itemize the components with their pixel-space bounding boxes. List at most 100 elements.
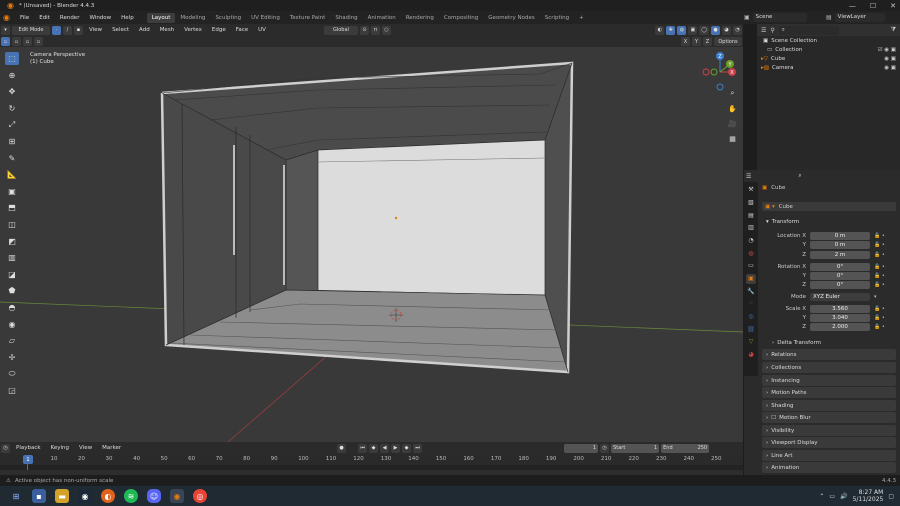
preview-range-icon[interactable]: ◷ [600,443,610,453]
rotation-mode-dropdown[interactable]: XYZ Euler [810,292,870,301]
scale-x-field[interactable]: 3.560 [810,304,870,313]
tab-texture-paint[interactable]: Texture Paint [285,13,331,23]
rotation-z-field[interactable]: 0° [810,280,870,289]
filter-funnel-icon[interactable]: ⧩ [891,26,896,34]
inset-tool-icon[interactable]: ◫ [5,218,19,231]
visibility-icon[interactable]: ◐ [655,25,665,35]
motion-blur-panel[interactable]: › ☐ Motion Blur [762,412,896,423]
timeline-ruler[interactable]: 0102030405060708090100110120130140150160… [0,454,743,465]
outliner-row-cube[interactable]: ▸▽ Cube ◉ ▣ [757,54,900,63]
menu-window[interactable]: Window [84,15,116,21]
timeline-editor-icon[interactable]: ◷ [1,443,10,453]
select-mode-invert-icon[interactable]: ▫ [34,37,43,46]
vp-menu-edge[interactable]: Edge [207,27,231,33]
world-tab-icon[interactable]: ◍ [746,248,756,258]
play-icon[interactable]: ▶ [391,443,401,453]
timeline-menu-keying[interactable]: Keying [46,445,74,451]
animation-panel[interactable]: › Animation [762,462,896,473]
outliner-row-collection[interactable]: ▭ Collection ☑ ◉ ▣ [757,45,900,54]
scene-selector[interactable]: ▣ Scene [744,12,820,22]
tray-network-icon[interactable]: ▭ [829,493,835,500]
shrink-fatten-tool-icon[interactable]: ✢ [5,351,19,364]
tab-animation[interactable]: Animation [363,13,401,23]
select-box-tool-icon[interactable]: ⬚ [5,52,19,65]
floppy-app-icon[interactable]: ▪ [32,489,46,503]
object-tab-icon[interactable]: ▣ [746,273,756,284]
editor-type-icon[interactable]: ▾ [1,25,10,35]
shading-material-icon[interactable]: ◕ [722,25,731,35]
zoom-icon[interactable]: ⌕ [727,88,738,99]
vp-menu-vertex[interactable]: Vertex [179,27,207,33]
tab-layout[interactable]: Layout [146,12,176,23]
start-frame-field[interactable]: Start 1 [611,443,660,453]
clock[interactable]: 8:27 AM 5/11/2025 [853,489,884,503]
navigation-gizmo[interactable]: Z Y X [700,50,740,92]
keyframe-lock-icon[interactable]: 🔓 • [874,242,885,248]
firefox-icon[interactable]: ◐ [101,489,115,503]
scale-z-field[interactable]: 2.000 [810,322,870,331]
chrome-icon[interactable]: ◎ [193,489,207,503]
render-tab-icon[interactable]: ▧ [746,197,756,207]
keyframe-lock-icon[interactable]: 🔓 • [874,306,885,312]
transform-panel-header[interactable]: ▾ Transform [762,216,896,227]
perspective-toggle-icon[interactable]: ▦ [727,133,738,144]
move-tool-icon[interactable]: ✥ [5,85,19,98]
jump-start-icon[interactable]: ⏮ [358,443,368,453]
select-mode-subtract-icon[interactable]: ▫ [23,37,32,46]
object-data-row[interactable]: ▣ ▾ Cube [762,202,896,211]
gizmo-toggle-icon[interactable]: ✥ [666,25,676,35]
file-explorer-icon[interactable]: ▬ [55,489,69,503]
start-windows-icon[interactable]: ⊞ [9,489,23,503]
keyframe-lock-icon[interactable]: 🔓 • [874,282,885,288]
mode-dropdown[interactable]: Edit Mode [12,25,50,35]
physics-tab-icon[interactable]: ◎ [746,312,756,322]
vp-menu-mesh[interactable]: Mesh [155,27,179,33]
keyframe-lock-icon[interactable]: 🔓 • [874,264,885,270]
steam-icon[interactable]: ◉ [78,489,92,503]
mirror-z-toggle[interactable]: Z [703,37,712,46]
scale-tool-icon[interactable]: ⤢ [5,118,19,131]
tray-chevron-icon[interactable]: ⌃ [819,493,824,500]
transform-orientation-dropdown[interactable]: Global [323,25,358,35]
camera-visibility-icons[interactable]: ◉ ▣ [884,65,896,71]
select-mode-extend-icon[interactable]: ▫ [12,37,21,46]
measure-tool-icon[interactable]: 📐 [5,168,19,181]
loop-cut-tool-icon[interactable]: ▥ [5,251,19,264]
tool-tab-icon[interactable]: ⚒ [746,185,756,195]
outliner-row-camera[interactable]: ▸▨ Camera ◉ ▣ [757,63,900,72]
shading-panel[interactable]: › Shading [762,400,896,411]
shading-rendered-icon[interactable]: ◔ [733,25,742,35]
shear-tool-icon[interactable]: ⬭ [5,367,19,380]
tab-sculpting[interactable]: Sculpting [210,13,246,23]
location-z-field[interactable]: 2 m [810,250,870,259]
playhead-marker[interactable]: 1 [23,455,33,464]
view-layer-field[interactable]: ViewLayer [834,12,885,22]
output-tab-icon[interactable]: ▤ [746,210,756,220]
menu-file[interactable]: File [15,15,34,21]
constraints-tab-icon[interactable]: ⛓ [746,324,756,334]
tab-shading[interactable]: Shading [330,13,362,23]
visibility-panel[interactable]: › Visibility [762,425,896,436]
motion-paths-panel[interactable]: › Motion Paths [762,387,896,398]
smooth-tool-icon[interactable]: ◉ [5,318,19,331]
spin-tool-icon[interactable]: ◓ [5,301,19,314]
record-icon[interactable]: ● [337,443,347,453]
menu-edit[interactable]: Edit [34,15,55,21]
mirror-x-toggle[interactable]: X [681,37,690,46]
annotate-tool-icon[interactable]: ✎ [5,152,19,165]
keyframe-lock-icon[interactable]: 🔓 • [874,252,885,258]
transform-tool-icon[interactable]: ⊞ [5,135,19,148]
maximize-button[interactable]: ☐ [870,2,876,10]
outliner-filter-icon[interactable]: ⚲ [770,27,774,34]
mirror-y-toggle[interactable]: Y [692,37,701,46]
vp-menu-select[interactable]: Select [107,27,134,33]
current-frame-field[interactable]: 1 [564,443,599,453]
camera-view-icon[interactable]: 🎥 [727,118,738,129]
edge-slide-tool-icon[interactable]: ▱ [5,334,19,347]
data-tab-icon[interactable]: ▽ [746,337,756,347]
rotation-y-field[interactable]: 0° [810,271,870,280]
tab-rendering[interactable]: Rendering [401,13,439,23]
particles-tab-icon[interactable]: ⁘ [746,299,756,309]
tab-uv-editing[interactable]: UV Editing [246,13,285,23]
collection-visibility-icons[interactable]: ☑ ◉ ▣ [878,47,896,53]
